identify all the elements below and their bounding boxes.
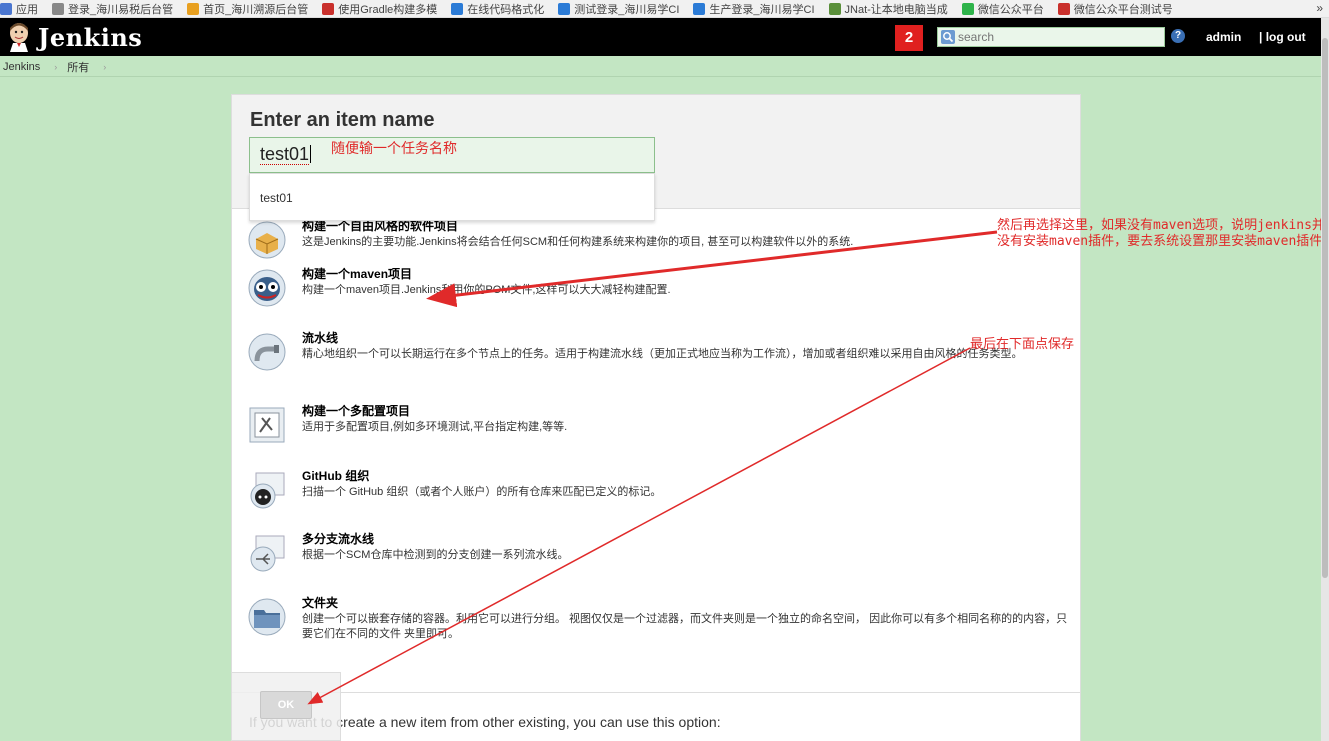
leaf-icon (187, 2, 200, 15)
item-type-title: 流水线 (302, 331, 339, 345)
bookmark-item[interactable]: 微信公众平台测试号 (1057, 1, 1173, 17)
user-link[interactable]: admin (1206, 30, 1241, 44)
pipeline-icon (248, 333, 286, 371)
item-type-title: GitHub 组织 (302, 469, 370, 483)
bookmarks-more-icon[interactable]: » (1316, 1, 1323, 15)
bookmark-label: 微信公众平台 (977, 3, 1044, 16)
item-name-value: test01 (260, 144, 310, 165)
text-caret (310, 145, 312, 163)
item-type-title: 构建一个多配置项目 (302, 404, 411, 418)
autocomplete-suggestion[interactable]: test01 (249, 173, 655, 221)
csdn-icon (322, 2, 335, 15)
bookmark-label: 在线代码格式化 (467, 3, 545, 16)
breadcrumb-divider (0, 76, 1329, 77)
apps-icon (0, 2, 12, 15)
help-icon[interactable]: ? (1171, 29, 1185, 43)
jenkins-logo[interactable]: Jenkins (6, 22, 142, 52)
bookmark-label: 首页_海川溯源后台管 (203, 3, 309, 16)
annotation-save-note: 最后在下面点保存 (970, 337, 1075, 352)
logout-link[interactable]: | log out (1259, 30, 1306, 44)
bookmark-label: 使用Gradle构建多模 (338, 3, 438, 16)
scrollbar-thumb[interactable] (1322, 38, 1328, 578)
multi-config-icon (249, 407, 285, 443)
copy-divider (232, 692, 1080, 693)
breadcrumb: Jenkins › 所有 › (0, 58, 116, 76)
item-type-description: 构建一个maven项目.Jenkins利用你的POM文件,这样可以大大减轻构建配… (302, 284, 671, 296)
item-name-section: Enter an item name test01 随便输一个任务名称 test… (232, 95, 1080, 221)
item-type-description: 适用于多配置项目,例如多环境测试,平台指定构建,等等. (302, 421, 568, 433)
bookmark-item[interactable]: 使用Gradle构建多模 (322, 1, 437, 17)
logo-text: Jenkins (38, 22, 143, 52)
freestyle-box-icon (248, 221, 286, 259)
item-type-description: 这是Jenkins的主要功能.Jenkins将会结合任何SCM和任何构建系统来构… (302, 236, 854, 248)
item-type-description: 创建一个可以嵌套存储的容器。利用它可以进行分组。 视图仅仅是一个过滤器，而文件夹… (302, 613, 1068, 640)
breadcrumb-separator-icon: › (103, 62, 107, 72)
bookmark-item[interactable]: 在线代码格式化 (451, 1, 544, 17)
item-type-title: 文件夹 (302, 596, 339, 610)
bookmark-label: 应用 (16, 3, 38, 16)
annotation-maven-note: 然后再选择这里，如果没有maven选项，说明jenkins并没有安装maven插… (997, 218, 1325, 249)
bookmark-item[interactable]: 首页_海川溯源后台管 (187, 1, 308, 17)
search-icon (941, 30, 955, 44)
jenkins-butler-icon (6, 22, 32, 52)
breadcrumb-separator-icon: › (54, 62, 58, 72)
new-item-panel: Enter an item name test01 随便输一个任务名称 test… (231, 94, 1081, 741)
annotation-name-hint: 随便输一个任务名称 (331, 141, 457, 157)
bookmark-item[interactable]: 应用 (0, 1, 38, 17)
breadcrumb-all[interactable]: 所有 (67, 59, 89, 75)
globe-icon (451, 2, 464, 15)
bookmark-item[interactable]: JNat-让本地电脑当成 (828, 1, 948, 17)
site-icon (693, 2, 706, 15)
item-type-description: 根据一个SCM仓库中检测到的分支创建一系列流水线。 (302, 549, 569, 561)
site-icon (558, 2, 571, 15)
search-input[interactable] (958, 30, 1158, 44)
item-type-description: 精心地组织一个可以长期运行在多个节点上的任务。适用于构建流水线（更加正式地应当称… (302, 348, 1023, 360)
breadcrumb-jenkins[interactable]: Jenkins (3, 61, 40, 73)
ok-button-container: OK (231, 672, 341, 741)
bookmark-label: 生产登录_海川易学CI (709, 3, 815, 16)
bookmark-item[interactable]: 测试登录_海川易学CI (558, 1, 679, 17)
item-type-title: 构建一个maven项目 (302, 267, 413, 281)
page-icon (52, 2, 64, 15)
item-name-label: Enter an item name (250, 109, 435, 131)
maven-owl-icon (248, 269, 286, 307)
bookmarks-bar: 应用 登录_海川易税后台管 首页_海川溯源后台管 使用Gradle构建多模 在线代码格式… (0, 0, 1329, 18)
ok-button[interactable]: OK (260, 691, 312, 719)
wechat-icon (961, 2, 974, 15)
bookmark-label: 测试登录_海川易学CI (574, 3, 680, 16)
item-type-description: 扫描一个 GitHub 组织（或者个人账户）的所有仓库来匹配已定义的标记。 (302, 486, 662, 498)
jenkins-header: Jenkins 2 ? admin | log out (0, 18, 1329, 56)
page-scrollbar[interactable] (1321, 18, 1329, 741)
bookmark-item[interactable]: 微信公众平台 (961, 1, 1044, 17)
multibranch-icon (250, 535, 285, 572)
csdn-icon (1057, 2, 1070, 15)
item-type-title: 多分支流水线 (302, 532, 375, 546)
bookmark-label: JNat-让本地电脑当成 (844, 3, 948, 16)
bookmark-item[interactable]: 登录_海川易税后台管 (52, 1, 173, 17)
nat-icon (828, 2, 841, 15)
search-box[interactable] (937, 27, 1165, 47)
bookmark-label: 微信公众平台测试号 (1073, 3, 1173, 16)
bookmark-item[interactable]: 生产登录_海川易学CI (693, 1, 815, 17)
bookmark-label: 登录_海川易税后台管 (68, 3, 174, 16)
github-org-icon (250, 472, 285, 509)
notification-badge[interactable]: 2 (895, 25, 923, 51)
folder-icon (248, 598, 286, 636)
